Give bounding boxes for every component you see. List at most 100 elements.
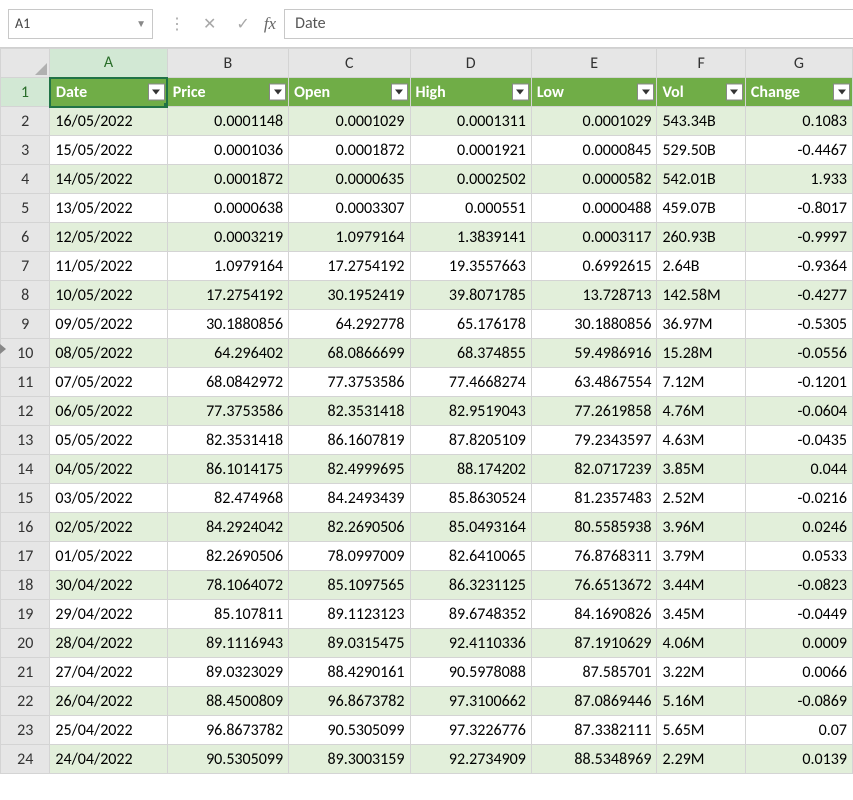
cell-F20[interactable]: 4.06M <box>657 629 745 658</box>
cell-B5[interactable]: 0.0000638 <box>167 194 288 223</box>
cell-D19[interactable]: 89.6748352 <box>410 600 531 629</box>
cell-E12[interactable]: 77.2619858 <box>531 397 657 426</box>
cell-D17[interactable]: 82.6410065 <box>410 542 531 571</box>
cell-F4[interactable]: 542.01B <box>657 165 745 194</box>
cell-F22[interactable]: 5.16M <box>657 687 745 716</box>
cell-E4[interactable]: 0.0000582 <box>531 165 657 194</box>
cell-E6[interactable]: 0.0003117 <box>531 223 657 252</box>
cell-A7[interactable]: 11/05/2022 <box>50 252 167 281</box>
cell-E13[interactable]: 79.2343597 <box>531 426 657 455</box>
cell-B23[interactable]: 96.8673782 <box>167 716 288 745</box>
cell-C20[interactable]: 89.0315475 <box>289 629 410 658</box>
cancel-icon[interactable]: ✕ <box>203 14 216 34</box>
enter-icon[interactable]: ✓ <box>236 14 249 34</box>
cell-E1[interactable]: Low <box>531 78 657 107</box>
cell-B18[interactable]: 78.1064072 <box>167 571 288 600</box>
cell-G21[interactable]: 0.0066 <box>745 658 852 687</box>
cell-A21[interactable]: 27/04/2022 <box>50 658 167 687</box>
cell-A9[interactable]: 09/05/2022 <box>50 310 167 339</box>
cell-C3[interactable]: 0.0001872 <box>289 136 410 165</box>
row-header-14[interactable]: 14 <box>1 455 50 484</box>
cell-E11[interactable]: 63.4867554 <box>531 368 657 397</box>
cell-A24[interactable]: 24/04/2022 <box>50 745 167 774</box>
cell-E18[interactable]: 76.6513672 <box>531 571 657 600</box>
cell-G8[interactable]: -0.4277 <box>745 281 852 310</box>
cell-E24[interactable]: 88.5348969 <box>531 745 657 774</box>
column-header-D[interactable]: D <box>410 49 531 78</box>
column-header-G[interactable]: G <box>745 49 852 78</box>
cell-B9[interactable]: 30.1880856 <box>167 310 288 339</box>
cell-D11[interactable]: 77.4668274 <box>410 368 531 397</box>
spreadsheet-grid[interactable]: A B C D E F G 1 Date Price Open <box>0 48 853 800</box>
filter-button-change[interactable] <box>833 84 850 101</box>
cell-E14[interactable]: 82.0717239 <box>531 455 657 484</box>
cell-D22[interactable]: 97.3100662 <box>410 687 531 716</box>
filter-button-low[interactable] <box>637 84 654 101</box>
cell-F8[interactable]: 142.58M <box>657 281 745 310</box>
cell-G14[interactable]: 0.044 <box>745 455 852 484</box>
row-header-7[interactable]: 7 <box>1 252 50 281</box>
cell-A17[interactable]: 01/05/2022 <box>50 542 167 571</box>
cell-F19[interactable]: 3.45M <box>657 600 745 629</box>
cell-B4[interactable]: 0.0001872 <box>167 165 288 194</box>
cell-A16[interactable]: 02/05/2022 <box>50 513 167 542</box>
cell-B8[interactable]: 17.2754192 <box>167 281 288 310</box>
cell-G18[interactable]: -0.0823 <box>745 571 852 600</box>
cell-D15[interactable]: 85.8630524 <box>410 484 531 513</box>
cell-G17[interactable]: 0.0533 <box>745 542 852 571</box>
cell-B13[interactable]: 82.3531418 <box>167 426 288 455</box>
cell-F9[interactable]: 36.97M <box>657 310 745 339</box>
cell-A20[interactable]: 28/04/2022 <box>50 629 167 658</box>
cell-C10[interactable]: 68.0866699 <box>289 339 410 368</box>
cell-E17[interactable]: 76.8768311 <box>531 542 657 571</box>
cell-G5[interactable]: -0.8017 <box>745 194 852 223</box>
row-header-10[interactable]: 10 <box>1 339 50 368</box>
cell-F15[interactable]: 2.52M <box>657 484 745 513</box>
cell-F14[interactable]: 3.85M <box>657 455 745 484</box>
cell-E21[interactable]: 87.585701 <box>531 658 657 687</box>
cell-C18[interactable]: 85.1097565 <box>289 571 410 600</box>
cell-A1[interactable]: Date <box>50 78 167 107</box>
cell-E5[interactable]: 0.0000488 <box>531 194 657 223</box>
row-header-21[interactable]: 21 <box>1 658 50 687</box>
row-header-4[interactable]: 4 <box>1 165 50 194</box>
cell-F6[interactable]: 260.93B <box>657 223 745 252</box>
cell-D4[interactable]: 0.0002502 <box>410 165 531 194</box>
cell-E8[interactable]: 13.728713 <box>531 281 657 310</box>
cell-G10[interactable]: -0.0556 <box>745 339 852 368</box>
cell-D24[interactable]: 92.2734909 <box>410 745 531 774</box>
cell-C19[interactable]: 89.1123123 <box>289 600 410 629</box>
cell-A5[interactable]: 13/05/2022 <box>50 194 167 223</box>
cell-B3[interactable]: 0.0001036 <box>167 136 288 165</box>
cell-C1[interactable]: Open <box>289 78 410 107</box>
cell-C5[interactable]: 0.0003307 <box>289 194 410 223</box>
column-header-C[interactable]: C <box>289 49 410 78</box>
cell-D16[interactable]: 85.0493164 <box>410 513 531 542</box>
row-header-5[interactable]: 5 <box>1 194 50 223</box>
filter-button-date[interactable] <box>148 84 165 101</box>
split-arrow-icon[interactable] <box>0 344 6 354</box>
cell-B10[interactable]: 64.296402 <box>167 339 288 368</box>
cell-F13[interactable]: 4.63M <box>657 426 745 455</box>
cell-C6[interactable]: 1.0979164 <box>289 223 410 252</box>
cell-C8[interactable]: 30.1952419 <box>289 281 410 310</box>
cell-D6[interactable]: 1.3839141 <box>410 223 531 252</box>
filter-button-high[interactable] <box>512 84 529 101</box>
cell-F7[interactable]: 2.64B <box>657 252 745 281</box>
row-header-15[interactable]: 15 <box>1 484 50 513</box>
cell-D1[interactable]: High <box>410 78 531 107</box>
cell-A22[interactable]: 26/04/2022 <box>50 687 167 716</box>
cell-C2[interactable]: 0.0001029 <box>289 107 410 136</box>
cell-B16[interactable]: 84.2924042 <box>167 513 288 542</box>
column-header-A[interactable]: A <box>50 49 167 78</box>
cell-A18[interactable]: 30/04/2022 <box>50 571 167 600</box>
cell-B2[interactable]: 0.0001148 <box>167 107 288 136</box>
column-header-F[interactable]: F <box>657 49 745 78</box>
cell-D9[interactable]: 65.176178 <box>410 310 531 339</box>
cell-B1[interactable]: Price <box>167 78 288 107</box>
row-header-24[interactable]: 24 <box>1 745 50 774</box>
cell-C4[interactable]: 0.0000635 <box>289 165 410 194</box>
row-header-1[interactable]: 1 <box>1 78 50 107</box>
cell-G22[interactable]: -0.0869 <box>745 687 852 716</box>
row-header-2[interactable]: 2 <box>1 107 50 136</box>
